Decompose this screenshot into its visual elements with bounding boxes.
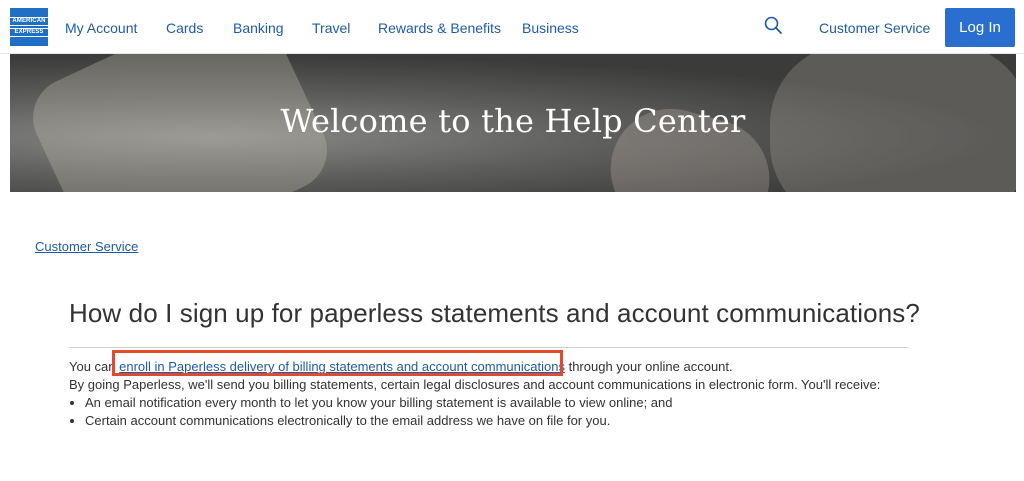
nav-cards[interactable]: Cards bbox=[166, 20, 203, 36]
breadcrumb-customer-service[interactable]: Customer Service bbox=[35, 239, 138, 254]
customer-service-link[interactable]: Customer Service bbox=[819, 20, 930, 36]
nav-my-account[interactable]: My Account bbox=[65, 20, 137, 36]
paragraph-1-prefix: You can bbox=[69, 359, 120, 374]
divider bbox=[69, 347, 908, 348]
logo-text-line2: EXPRESS bbox=[10, 28, 48, 37]
hero-title: Welcome to the Help Center bbox=[280, 102, 746, 140]
logo-text-line1: AMERICAN bbox=[10, 17, 48, 26]
login-button[interactable]: Log In bbox=[945, 8, 1015, 47]
nav-rewards-benefits[interactable]: Rewards & Benefits bbox=[378, 20, 501, 36]
benefits-list: An email notification every month to let… bbox=[69, 394, 929, 430]
list-item: Certain account communications electroni… bbox=[85, 412, 929, 430]
hero-banner: Welcome to the Help Center bbox=[10, 54, 1016, 192]
nav-business[interactable]: Business bbox=[522, 20, 579, 36]
top-navigation-bar: AMERICAN EXPRESS My Account Cards Bankin… bbox=[0, 0, 1024, 54]
amex-logo[interactable]: AMERICAN EXPRESS bbox=[10, 8, 48, 46]
list-item: An email notification every month to let… bbox=[85, 394, 929, 412]
enroll-paperless-link[interactable]: enroll in Paperless delivery of billing … bbox=[119, 359, 565, 374]
nav-banking[interactable]: Banking bbox=[233, 20, 284, 36]
nav-travel[interactable]: Travel bbox=[312, 20, 350, 36]
article-paragraph-1: You can enroll in Paperless delivery of … bbox=[69, 358, 929, 376]
article-paragraph-2: By going Paperless, we'll send you billi… bbox=[69, 377, 881, 392]
article-body: You can enroll in Paperless delivery of … bbox=[69, 358, 929, 430]
paragraph-1-suffix: through your online account. bbox=[564, 359, 733, 374]
article-title: How do I sign up for paperless statement… bbox=[69, 298, 920, 328]
search-icon[interactable] bbox=[764, 16, 782, 34]
